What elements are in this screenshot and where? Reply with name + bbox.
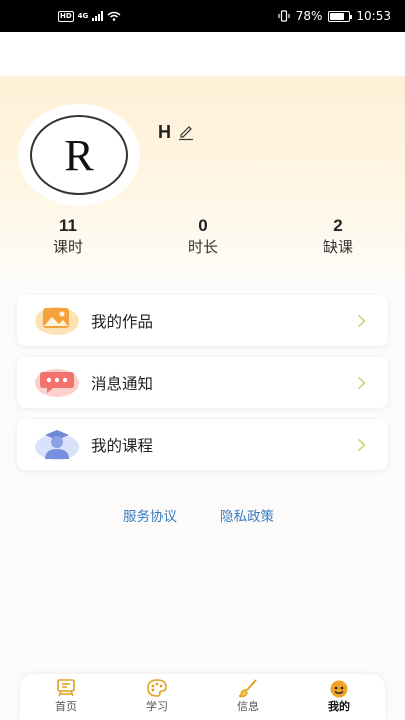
edit-icon[interactable]: [177, 124, 195, 142]
stat-label: 课时: [52, 238, 83, 256]
menu-label: 消息通知: [91, 374, 154, 393]
nav-study[interactable]: 学习: [127, 678, 187, 718]
hd-badge: HD: [58, 10, 74, 22]
stat-lessons[interactable]: 11 课时: [28, 216, 108, 257]
smiley-icon: [330, 680, 348, 698]
menu-my-courses[interactable]: 我的课程: [17, 419, 388, 470]
username-row: H: [158, 122, 195, 143]
palette-icon: [147, 679, 167, 697]
nav-label: 学习: [146, 700, 168, 713]
stat-label: 时长: [187, 238, 218, 256]
menu-notifications[interactable]: 消息通知: [17, 357, 388, 408]
stat-value: 0: [198, 216, 208, 235]
bottom-nav: 首页 学习 信息 我的: [20, 674, 385, 720]
nav-mine[interactable]: 我的: [309, 678, 369, 718]
message-icon: [35, 369, 79, 397]
stat-duration[interactable]: 0 时长: [163, 216, 243, 257]
avatar-letter: R: [30, 115, 128, 195]
nav-label: 信息: [237, 700, 259, 713]
battery-percent: 78%: [295, 9, 323, 23]
vibrate-icon: [278, 10, 290, 22]
chevron-right-icon: [357, 314, 366, 327]
menu-label: 我的课程: [91, 436, 154, 455]
signal-icon: [92, 11, 104, 21]
nav-info[interactable]: 信息: [218, 678, 278, 718]
network-type: 4G: [77, 12, 89, 20]
status-left: HD 4G: [58, 10, 121, 22]
chevron-right-icon: [357, 376, 366, 389]
privacy-policy-link[interactable]: 隐私政策: [220, 505, 274, 525]
status-right: 78% 10:53: [278, 9, 391, 23]
service-agreement-link[interactable]: 服务协议: [123, 505, 177, 525]
nav-label: 首页: [55, 700, 77, 713]
image-icon: [35, 307, 79, 335]
title-bar: [0, 32, 405, 76]
menu-label: 我的作品: [91, 312, 154, 331]
student-icon: [35, 430, 79, 460]
menu-my-works[interactable]: 我的作品: [17, 295, 388, 346]
wifi-icon: [107, 11, 121, 21]
avatar[interactable]: R: [18, 104, 140, 206]
nav-label: 我的: [328, 700, 350, 713]
stat-absences[interactable]: 2 缺课: [298, 216, 378, 257]
status-bar: HD 4G 78% 10:53: [0, 0, 405, 32]
brush-icon: [238, 679, 257, 698]
home-icon: [57, 679, 75, 697]
chevron-right-icon: [357, 438, 366, 451]
battery-icon: [328, 10, 353, 22]
stat-value: 2: [333, 216, 343, 235]
stats-row: 11 课时 0 时长 2 缺课: [0, 216, 405, 260]
stat-label: 缺课: [322, 238, 353, 256]
stat-value: 11: [59, 216, 77, 235]
clock: 10:53: [356, 9, 391, 23]
nav-home[interactable]: 首页: [36, 678, 96, 718]
username: H: [158, 122, 171, 142]
